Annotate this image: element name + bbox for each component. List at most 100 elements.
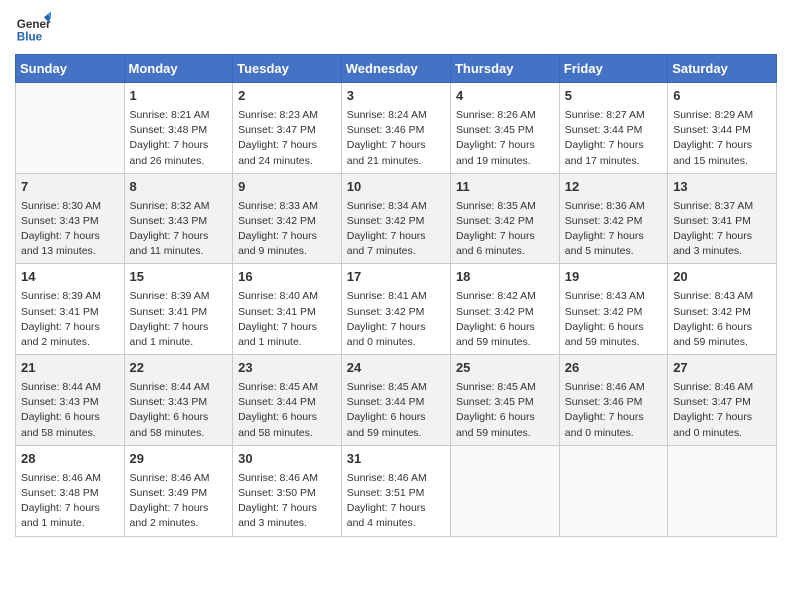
calendar-cell: 7 Sunrise: 8:30 AM Sunset: 3:43 PM Daylight… — [16, 173, 125, 264]
cell-info-line: Sunset: 3:43 PM — [130, 215, 208, 227]
cell-info-line: Sunrise: 8:24 AM — [347, 109, 427, 121]
cell-info-line: Daylight: 7 hours — [673, 139, 752, 151]
cell-info-line: Sunrise: 8:45 AM — [347, 381, 427, 393]
cell-info-line: Sunset: 3:43 PM — [21, 215, 99, 227]
calendar-cell: 28Sunrise: 8:46 AMSunset: 3:48 PMDayligh… — [16, 445, 125, 536]
cell-info-line: and 59 minutes. — [347, 427, 422, 439]
cell-info-line: Sunrise: 8:44 AM — [21, 381, 101, 393]
cell-content: 8Sunrise: 8:32 AMSunset: 3:43 PMDaylight… — [130, 178, 228, 260]
cell-info-line: Sunrise: 8:39 AM — [130, 290, 210, 302]
cell-info-line: and 24 minutes. — [238, 155, 313, 167]
calendar-cell: 9Sunrise: 8:33 AMSunset: 3:42 PMDaylight… — [233, 173, 342, 264]
cell-content: 3Sunrise: 8:24 AMSunset: 3:46 PMDaylight… — [347, 87, 445, 169]
cell-content: 15Sunrise: 8:39 AMSunset: 3:41 PMDayligh… — [130, 268, 228, 350]
col-header-saturday: Saturday — [668, 55, 777, 83]
cell-info-line: Sunset: 3:49 PM — [130, 487, 208, 499]
day-number: 1 — [130, 87, 228, 106]
cell-info-line: Sunrise: 8:43 AM — [673, 290, 753, 302]
cell-info-line: and 59 minutes. — [456, 427, 531, 439]
day-number: 24 — [347, 359, 445, 378]
cell-content: 18Sunrise: 8:42 AMSunset: 3:42 PMDayligh… — [456, 268, 554, 350]
calendar-row: 21 Sunrise: 8:44 AM Sunset: 3:43 PM Dayligh… — [16, 355, 777, 446]
cell-info-line: Sunrise: 8:46 AM — [673, 381, 753, 393]
cell-info-line: Sunrise: 8:26 AM — [456, 109, 536, 121]
cell-content: 31Sunrise: 8:46 AMSunset: 3:51 PMDayligh… — [347, 450, 445, 532]
cell-info-line: and 21 minutes. — [347, 155, 422, 167]
cell-info-line: and 1 minute. — [21, 517, 85, 529]
cell-info-line: Daylight: 7 hours — [238, 139, 317, 151]
cell-info-line: and 0 minutes. — [347, 336, 416, 348]
cell-content: 23Sunrise: 8:45 AMSunset: 3:44 PMDayligh… — [238, 359, 336, 441]
cell-content: 16Sunrise: 8:40 AMSunset: 3:41 PMDayligh… — [238, 268, 336, 350]
calendar-cell: 17Sunrise: 8:41 AMSunset: 3:42 PMDayligh… — [341, 264, 450, 355]
day-number: 14 — [21, 268, 119, 287]
cell-info-line: Sunrise: 8:43 AM — [565, 290, 645, 302]
calendar-cell: 5Sunrise: 8:27 AMSunset: 3:44 PMDaylight… — [559, 83, 667, 174]
cell-content: 2Sunrise: 8:23 AMSunset: 3:47 PMDaylight… — [238, 87, 336, 169]
calendar-cell: 23Sunrise: 8:45 AMSunset: 3:44 PMDayligh… — [233, 355, 342, 446]
calendar-row: 14Sunrise: 8:39 AMSunset: 3:41 PMDayligh… — [16, 264, 777, 355]
cell-info-line: Sunset: 3:41 PM — [673, 215, 751, 227]
cell-info-line: Daylight: 6 hours — [238, 411, 317, 423]
day-number: 15 — [130, 268, 228, 287]
cell-info-line: Sunrise: 8:36 AM — [565, 200, 645, 212]
cell-info-line: Daylight: 6 hours — [456, 411, 535, 423]
col-header-wednesday: Wednesday — [341, 55, 450, 83]
cell-info-line: Sunset: 3:43 PM — [130, 396, 208, 408]
calendar-cell: 29Sunrise: 8:46 AMSunset: 3:49 PMDayligh… — [124, 445, 233, 536]
calendar-cell: 26Sunrise: 8:46 AMSunset: 3:46 PMDayligh… — [559, 355, 667, 446]
cell-info-line: Daylight: 7 hours — [347, 230, 426, 242]
day-number: 26 — [565, 359, 662, 378]
cell-info-line: Sunrise: 8:45 AM — [456, 381, 536, 393]
calendar-cell: 31Sunrise: 8:46 AMSunset: 3:51 PMDayligh… — [341, 445, 450, 536]
cell-info-line: Sunset: 3:47 PM — [238, 124, 316, 136]
day-number: 2 — [238, 87, 336, 106]
day-number: 22 — [130, 359, 228, 378]
cell-info-line: Sunset: 3:44 PM — [673, 124, 751, 136]
calendar-cell: 13Sunrise: 8:37 AMSunset: 3:41 PMDayligh… — [668, 173, 777, 264]
cell-info-line: Sunrise: 8:21 AM — [130, 109, 210, 121]
calendar-cell: 12Sunrise: 8:36 AMSunset: 3:42 PMDayligh… — [559, 173, 667, 264]
calendar-cell: 11Sunrise: 8:35 AMSunset: 3:42 PMDayligh… — [450, 173, 559, 264]
calendar-row: 1 Sunrise: 8:21 AM Sunset: 3:48 PM Daylight… — [16, 83, 777, 174]
cell-info-line: Daylight: 7 hours — [347, 139, 426, 151]
cell-info-line: Daylight: 7 hours — [21, 502, 100, 514]
day-number: 12 — [565, 178, 662, 197]
col-header-thursday: Thursday — [450, 55, 559, 83]
cell-info-line: and 0 minutes. — [673, 427, 742, 439]
cell-info-line: Sunset: 3:42 PM — [456, 306, 534, 318]
cell-info-line: and 15 minutes. — [673, 155, 748, 167]
cell-content: 28Sunrise: 8:46 AMSunset: 3:48 PMDayligh… — [21, 450, 119, 532]
cell-info-line: Daylight: 7 hours — [21, 230, 100, 242]
cell-info-line: and 1 minute. — [238, 336, 302, 348]
day-number: 30 — [238, 450, 336, 469]
cell-info-line: Sunrise: 8:33 AM — [238, 200, 318, 212]
day-number: 21 — [21, 359, 119, 378]
cell-info-line: and 11 minutes. — [130, 245, 204, 257]
cell-info-line: and 4 minutes. — [347, 517, 416, 529]
cell-info-line: Sunrise: 8:46 AM — [130, 472, 210, 484]
cell-info-line: and 58 minutes. — [238, 427, 313, 439]
cell-info-line: Sunset: 3:45 PM — [456, 396, 534, 408]
cell-info-line: and 3 minutes. — [238, 517, 307, 529]
cell-info-line: Sunrise: 8:30 AM — [21, 200, 101, 212]
cell-info-line: Daylight: 6 hours — [456, 321, 535, 333]
cell-content: 21Sunrise: 8:44 AMSunset: 3:43 PMDayligh… — [21, 359, 119, 441]
cell-content: 4Sunrise: 8:26 AMSunset: 3:45 PMDaylight… — [456, 87, 554, 169]
day-number: 29 — [130, 450, 228, 469]
calendar-cell: 18Sunrise: 8:42 AMSunset: 3:42 PMDayligh… — [450, 264, 559, 355]
cell-info-line: and 59 minutes. — [565, 336, 640, 348]
day-number: 7 — [21, 178, 119, 197]
calendar-cell: 10Sunrise: 8:34 AMSunset: 3:42 PMDayligh… — [341, 173, 450, 264]
cell-info-line: and 58 minutes. — [21, 427, 96, 439]
cell-info-line: Sunset: 3:48 PM — [130, 124, 208, 136]
cell-info-line: Daylight: 7 hours — [347, 502, 426, 514]
cell-info-line: Sunset: 3:42 PM — [456, 215, 534, 227]
cell-info-line: Sunset: 3:45 PM — [456, 124, 534, 136]
cell-info-line: Daylight: 7 hours — [347, 321, 426, 333]
cell-info-line: Sunset: 3:46 PM — [565, 396, 643, 408]
cell-info-line: Sunset: 3:46 PM — [347, 124, 425, 136]
cell-info-line: Daylight: 7 hours — [456, 139, 535, 151]
cell-info-line: Sunset: 3:42 PM — [347, 215, 425, 227]
cell-info-line: and 19 minutes. — [456, 155, 531, 167]
